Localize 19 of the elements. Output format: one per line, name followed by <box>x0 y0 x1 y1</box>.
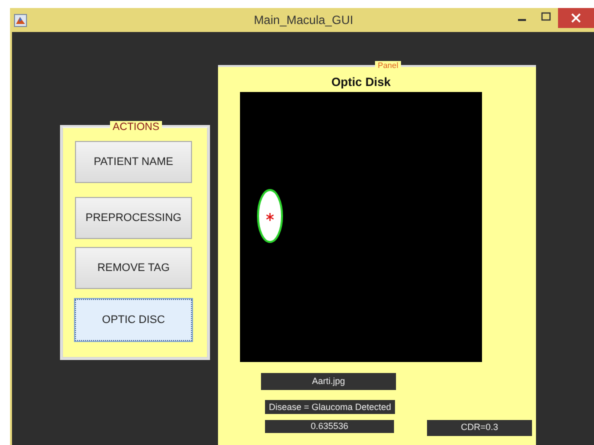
cdr-text: CDR=0.3 <box>427 420 532 436</box>
value-text: 0.635536 <box>265 420 394 433</box>
panel-title: ACTIONS <box>110 121 162 133</box>
app-icon <box>14 14 27 26</box>
minimize-icon <box>518 19 526 21</box>
panel-title: Panel <box>374 61 402 71</box>
action-button[interactable]: OPTIC DISC <box>75 299 192 341</box>
asterisk-marker <box>266 212 274 222</box>
axes-title: Optic Disk <box>330 75 392 89</box>
file-name-text: Aarti.jpg <box>261 373 396 390</box>
action-button[interactable]: PATIENT NAME <box>75 141 192 183</box>
action-button[interactable]: REMOVE TAG <box>75 247 192 289</box>
optic-disc-outline <box>257 189 283 243</box>
close-button[interactable] <box>558 8 594 28</box>
maximize-icon <box>541 12 551 22</box>
close-icon <box>571 13 581 23</box>
action-button[interactable]: PREPROCESSING <box>75 197 192 239</box>
window-title: Main_Macula_GUI <box>252 13 354 27</box>
diagnosis-text: Disease = Glaucoma Detected <box>265 400 395 414</box>
